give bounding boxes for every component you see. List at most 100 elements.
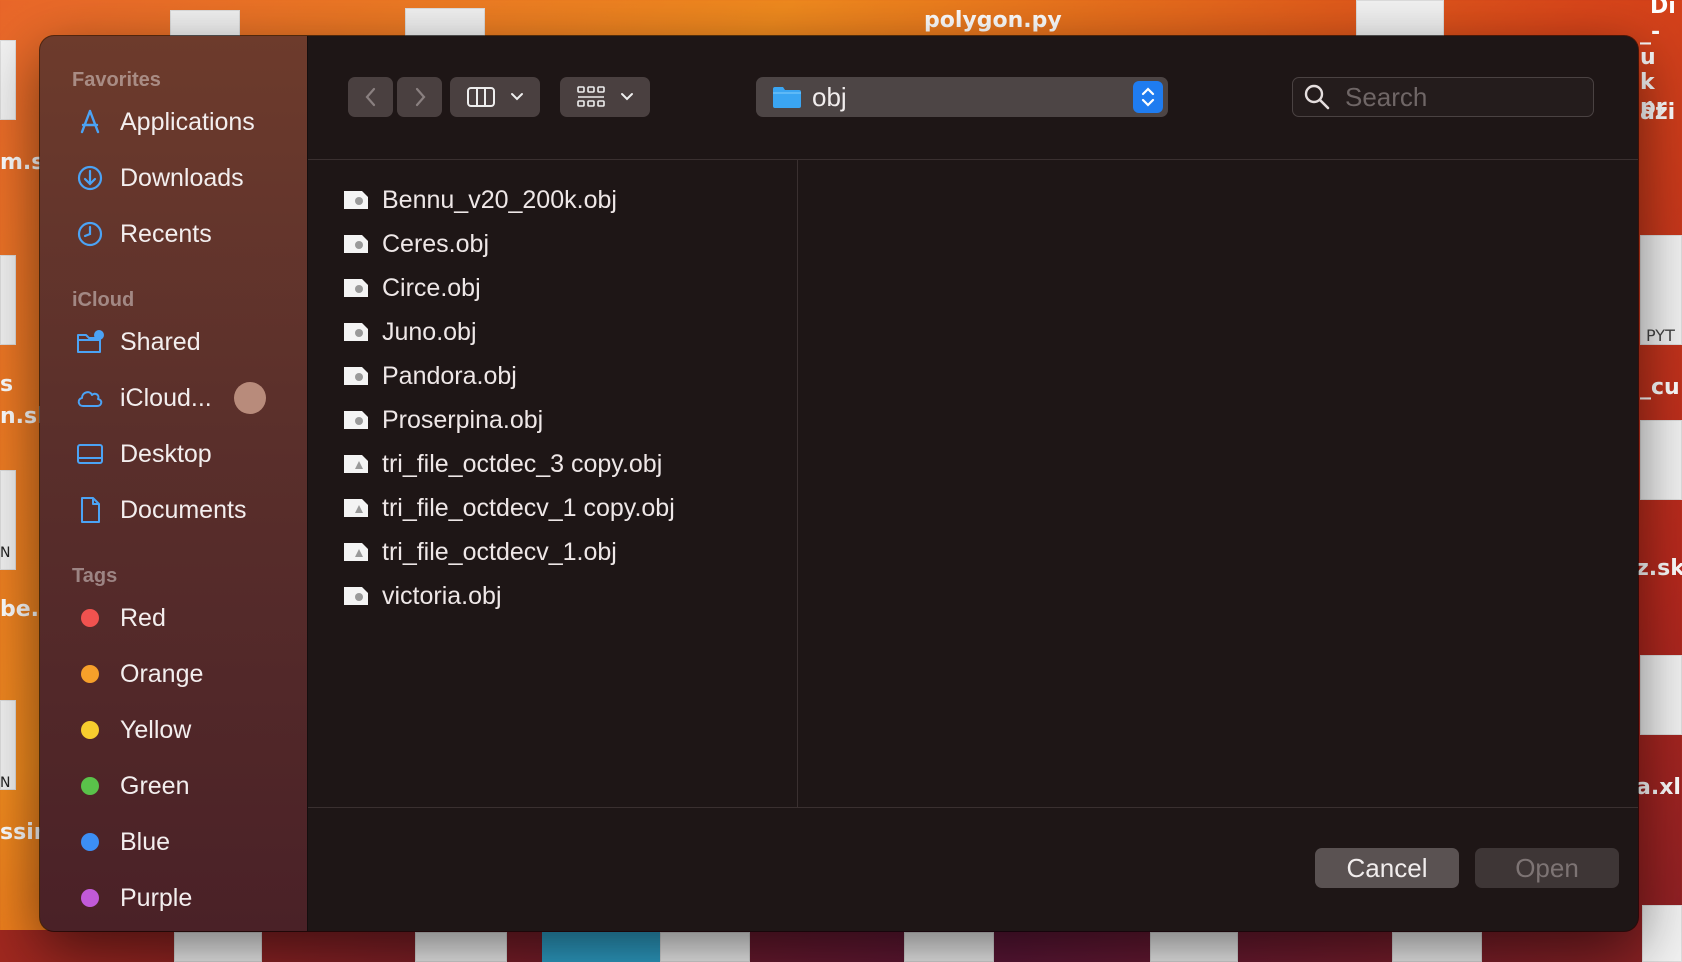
sidebar-section-tags: Tags bbox=[72, 565, 118, 587]
sidebar-item-desktop[interactable]: Desktop bbox=[40, 426, 307, 482]
desktop-label: _cu bbox=[1640, 375, 1680, 400]
open-button[interactable]: Open bbox=[1475, 848, 1619, 888]
preview-column bbox=[798, 160, 1638, 807]
search-field[interactable] bbox=[1292, 77, 1594, 117]
file-list-item[interactable]: tri_file_octdecv_1 copy.obj bbox=[308, 486, 797, 530]
file-column: Bennu_v20_200k.obj Ceres.obj Circe.obj J… bbox=[308, 160, 798, 807]
desktop-label: ázi bbox=[1640, 100, 1676, 125]
desktop-file-icon[interactable] bbox=[1356, 0, 1444, 36]
file-list-item[interactable]: Circe.obj bbox=[308, 266, 797, 310]
search-icon bbox=[1304, 84, 1330, 110]
main-pane: obj Bennu_v20_200k.obj Ceres.obj bbox=[308, 36, 1638, 931]
file-list-item[interactable]: tri_file_octdec_3 copy.obj bbox=[308, 442, 797, 486]
view-mode-button[interactable] bbox=[450, 77, 540, 117]
obj-file-icon bbox=[344, 455, 368, 473]
location-popup[interactable]: obj bbox=[756, 77, 1168, 117]
sidebar-item-shared[interactable]: Shared bbox=[40, 314, 307, 370]
forward-button[interactable] bbox=[397, 77, 442, 117]
desktop-file-icon[interactable] bbox=[174, 932, 262, 962]
sidebar-item-icloud-drive[interactable]: iCloud... bbox=[40, 370, 307, 426]
group-by-button[interactable] bbox=[560, 77, 650, 117]
file-name: tri_file_octdecv_1.obj bbox=[382, 537, 617, 566]
desktop-window-title: polygon.py bbox=[924, 8, 1062, 33]
sidebar-item-label: Yellow bbox=[120, 715, 192, 744]
desktop-file-icon[interactable] bbox=[904, 932, 994, 962]
desktop-file-icon[interactable] bbox=[660, 932, 750, 962]
desktop-file-icon[interactable] bbox=[1642, 905, 1682, 962]
sidebar-tag-orange[interactable]: Orange bbox=[40, 646, 307, 702]
desktop-label: _- u bbox=[1640, 20, 1661, 70]
desktop-file-icon[interactable] bbox=[415, 932, 507, 962]
desktop-file-icon[interactable] bbox=[0, 255, 16, 345]
desktop-label: be. bbox=[0, 597, 40, 622]
desktop-file-icon[interactable] bbox=[1392, 932, 1482, 962]
file-name: Circe.obj bbox=[382, 273, 481, 302]
obj-file-icon bbox=[344, 543, 368, 561]
sidebar-tag-purple[interactable]: Purple bbox=[40, 870, 307, 926]
sidebar-item-documents[interactable]: Documents bbox=[40, 482, 307, 538]
file-list-item[interactable]: Bennu_v20_200k.obj bbox=[308, 178, 797, 222]
file-list-item[interactable]: Juno.obj bbox=[308, 310, 797, 354]
sidebar-tag-blue[interactable]: Blue bbox=[40, 814, 307, 870]
sidebar-item-label: Red bbox=[120, 603, 166, 632]
file-name: Pandora.obj bbox=[382, 361, 517, 390]
sidebar-section-icloud: iCloud bbox=[72, 289, 135, 311]
file-name: tri_file_octdecv_1 copy.obj bbox=[382, 493, 675, 522]
popup-stepper[interactable] bbox=[1133, 81, 1163, 113]
tag-color-dot bbox=[81, 889, 99, 907]
up-down-chevron-icon bbox=[1141, 87, 1155, 107]
file-list-item[interactable]: victoria.obj bbox=[308, 574, 797, 618]
recents-icon bbox=[74, 218, 106, 250]
sidebar-tag-green[interactable]: Green bbox=[40, 758, 307, 814]
tag-color-dot bbox=[81, 721, 99, 739]
obj-file-icon bbox=[344, 367, 368, 385]
downloads-icon bbox=[74, 162, 106, 194]
sidebar-item-recents[interactable]: Recents bbox=[40, 206, 307, 262]
desktop-label: a.xls bbox=[1636, 775, 1682, 800]
desktop-label: N bbox=[0, 545, 11, 561]
file-list-item[interactable]: Pandora.obj bbox=[308, 354, 797, 398]
file-browser: Bennu_v20_200k.obj Ceres.obj Circe.obj J… bbox=[308, 160, 1638, 808]
obj-file-icon bbox=[344, 499, 368, 517]
obj-file-icon bbox=[344, 191, 368, 209]
desktop-label: Di bbox=[1650, 0, 1676, 19]
desktop-file-icon[interactable] bbox=[542, 932, 660, 962]
file-name: Ceres.obj bbox=[382, 229, 489, 258]
file-list-item[interactable]: Ceres.obj bbox=[308, 222, 797, 266]
file-name: Proserpina.obj bbox=[382, 405, 544, 434]
toolbar: obj bbox=[308, 36, 1638, 160]
chevron-down-icon bbox=[511, 93, 523, 101]
tag-color-dot bbox=[81, 609, 99, 627]
desktop-file-icon[interactable] bbox=[0, 40, 16, 120]
location-label: obj bbox=[812, 81, 847, 112]
desktop-file-icon[interactable] bbox=[1150, 932, 1238, 962]
desktop-file-icon[interactable] bbox=[170, 10, 240, 36]
desktop-file-icon[interactable] bbox=[1640, 420, 1682, 500]
desktop-file-icon[interactable] bbox=[1640, 655, 1682, 735]
desktop-icon bbox=[74, 438, 106, 470]
search-input[interactable] bbox=[1345, 81, 1585, 113]
sidebar-item-label: Shared bbox=[120, 327, 201, 356]
sidebar-tag-yellow[interactable]: Yellow bbox=[40, 702, 307, 758]
shared-folder-icon bbox=[74, 326, 106, 358]
sidebar-item-downloads[interactable]: Downloads bbox=[40, 150, 307, 206]
file-name: Juno.obj bbox=[382, 317, 477, 346]
chevron-down-icon bbox=[621, 93, 633, 101]
sidebar: Favorites Applications Downloads Recents… bbox=[40, 36, 308, 931]
sidebar-tag-red[interactable]: Red bbox=[40, 590, 307, 646]
cancel-button[interactable]: Cancel bbox=[1315, 848, 1459, 888]
chevron-right-icon bbox=[415, 87, 425, 107]
sidebar-item-applications[interactable]: Applications bbox=[40, 94, 307, 150]
sidebar-item-label: Orange bbox=[120, 659, 204, 688]
file-list-item[interactable]: Proserpina.obj bbox=[308, 398, 797, 442]
desktop-file-icon[interactable] bbox=[405, 8, 485, 36]
sidebar-item-label: Downloads bbox=[120, 163, 244, 192]
desktop-label: ssir bbox=[0, 820, 45, 845]
tag-color-dot bbox=[81, 777, 99, 795]
sidebar-item-label: Documents bbox=[120, 495, 247, 524]
chevron-left-icon bbox=[365, 87, 375, 107]
file-list-item[interactable]: tri_file_octdecv_1.obj bbox=[308, 530, 797, 574]
sidebar-section-favorites: Favorites bbox=[72, 69, 161, 91]
obj-file-icon bbox=[344, 279, 368, 297]
back-button[interactable] bbox=[348, 77, 393, 117]
